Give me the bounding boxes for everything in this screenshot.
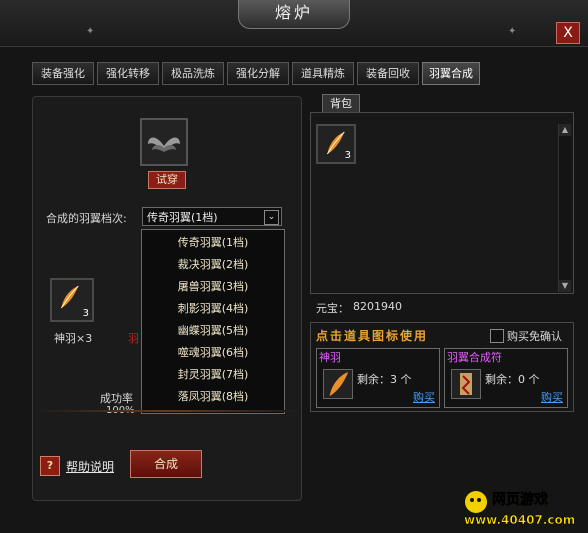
auto-buy-label: 购买免确认 (507, 330, 562, 343)
tab-bag[interactable]: 背包 (322, 94, 360, 114)
shop-item-icon[interactable] (323, 369, 353, 399)
window-title: 熔炉 (238, 0, 350, 29)
shop-header: 点击道具图标使用 (316, 329, 429, 343)
scroll-down-icon[interactable]: ▼ (559, 280, 571, 292)
close-button[interactable]: X (556, 22, 580, 44)
grade-select-value: 传奇羽翼(1档) (147, 211, 218, 224)
grade-option[interactable]: 幽蝶羽翼(5档) (142, 320, 284, 342)
shop-item-card: 神羽 剩余：3 个 购买 (316, 348, 440, 408)
grade-option[interactable]: 封灵羽翼(7档) (142, 364, 284, 386)
tab-item-refine[interactable]: 道具精炼 (292, 62, 354, 85)
feather-icon (60, 285, 79, 309)
tab-enhance-transfer[interactable]: 强化转移 (97, 62, 159, 85)
material-label: 神羽×3 (54, 332, 93, 345)
grade-label: 合成的羽翼档次: (46, 212, 127, 225)
combine-button[interactable]: 合成 (130, 450, 202, 478)
grade-option[interactable]: 传奇羽翼(1档) (142, 232, 284, 254)
feather-icon (329, 371, 349, 397)
site-logo: 网页游戏 www.40407.com (464, 491, 576, 528)
divider (34, 410, 300, 412)
wing-preview-slot[interactable] (140, 118, 188, 166)
logo-text-top: 网页游戏 (492, 491, 548, 508)
chevron-down-icon[interactable]: ⌄ (264, 210, 279, 225)
success-rate-label: 成功率 (100, 392, 133, 405)
grade-option[interactable]: 裁决羽翼(2档) (142, 254, 284, 276)
buy-link[interactable]: 购买 (541, 389, 563, 405)
bag-scrollbar[interactable]: ▲ ▼ (558, 124, 571, 292)
ornament-icon: ✦ (508, 26, 517, 37)
grade-option[interactable]: 噬魂羽翼(6档) (142, 342, 284, 364)
help-icon[interactable]: ? (40, 456, 60, 476)
material-qty: 3 (82, 308, 89, 319)
help-link[interactable]: 帮助说明 (66, 458, 114, 475)
buy-link[interactable]: 购买 (413, 389, 435, 405)
grade-option[interactable]: 屠兽羽翼(3档) (142, 276, 284, 298)
try-on-button[interactable]: 试穿 (148, 171, 186, 189)
shop-item-remaining: 剩余：0 个 (485, 373, 540, 386)
tab-enhance-decompose[interactable]: 强化分解 (227, 62, 289, 85)
shop-item-title: 神羽 (319, 351, 341, 364)
forge-window: 熔炉 ✦ ✦ X 装备强化 强化转移 极品洗炼 强化分解 道具精炼 装备回收 羽… (0, 0, 588, 533)
feather-icon (326, 131, 345, 155)
logo-text-bottom: www.40407.com (464, 513, 575, 527)
shop-item-remaining: 剩余：3 个 (357, 373, 412, 386)
talisman-icon (460, 373, 472, 395)
shop-item-icon[interactable] (451, 369, 481, 399)
shop-item-card: 羽翼合成符 剩余：0 个 购买 (444, 348, 568, 408)
bag-item-qty: 3 (344, 150, 351, 161)
bag-item-slot[interactable]: 3 (316, 124, 356, 164)
currency-label: 元宝： (316, 302, 349, 315)
material-slot[interactable]: 3 (50, 278, 94, 322)
tab-equipment-recycle[interactable]: 装备回收 (357, 62, 419, 85)
auto-buy-checkbox[interactable] (490, 329, 504, 343)
tab-equipment-enhance[interactable]: 装备强化 (32, 62, 94, 85)
currency-value: 8201940 (353, 300, 402, 313)
grade-dropdown: 传奇羽翼(1档) 裁决羽翼(2档) 屠兽羽翼(3档) 刺影羽翼(4档) 幽蝶羽翼… (141, 229, 285, 414)
tab-wing-synthesis[interactable]: 羽翼合成 (422, 62, 480, 85)
ornament-icon: ✦ (86, 26, 95, 37)
wings-icon (148, 137, 180, 152)
grade-option[interactable]: 刺影羽翼(4档) (142, 298, 284, 320)
scroll-up-icon[interactable]: ▲ (559, 124, 571, 136)
grade-option[interactable]: 落凤羽翼(8档) (142, 386, 284, 408)
tab-premium-refine[interactable]: 极品洗炼 (162, 62, 224, 85)
shop-item-title: 羽翼合成符 (447, 351, 502, 364)
grade-select[interactable]: 传奇羽翼(1档) ⌄ (142, 207, 282, 226)
material-hint-red: 羽 (128, 332, 139, 345)
